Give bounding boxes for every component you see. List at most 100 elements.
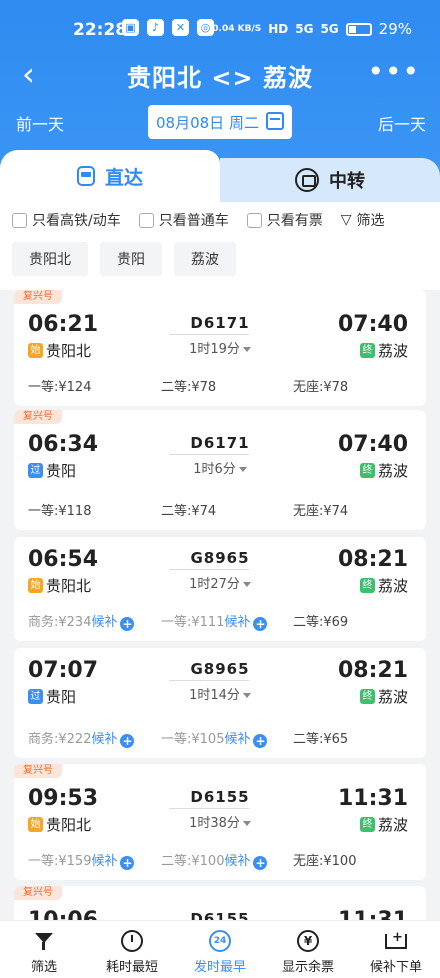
next-day-button[interactable]: 后一天 xyxy=(378,111,426,135)
arrival-time: 08:21 xyxy=(337,547,408,572)
toolbar-label: 耗时最短 xyxy=(105,960,158,975)
fuxing-badge: 复兴号 xyxy=(14,886,62,900)
filter-label: 筛选 xyxy=(356,213,385,229)
toolbar-waitlist-order[interactable]: 候补下单 xyxy=(352,921,440,978)
divider xyxy=(169,680,249,681)
filter-icon: ▽ xyxy=(340,212,352,228)
toolbar-filter[interactable]: 筛选 xyxy=(0,921,88,978)
toolbar-shortest[interactable]: 耗时最短 xyxy=(88,921,176,978)
price-no-seat: 无座:¥100 xyxy=(293,854,357,869)
chevron-down-icon xyxy=(242,582,251,587)
station-chip-guiyang[interactable]: 贵阳 xyxy=(100,242,162,276)
price-row: 商务:¥234候补 + 一等:¥111候补 + 二等:¥69 xyxy=(28,611,416,631)
toolbar-earliest[interactable]: 24 发时最早 xyxy=(176,921,264,978)
plus-icon[interactable]: + xyxy=(253,856,268,870)
waitlist-label: 候补 xyxy=(91,615,118,630)
duration-text: 1时6分 xyxy=(193,462,236,477)
station-name: 贵阳北 xyxy=(46,816,92,834)
plus-icon[interactable]: + xyxy=(120,734,135,748)
check-normal-train[interactable]: 只看普通车 xyxy=(138,210,229,230)
price-label: 二等:¥100 xyxy=(161,854,225,869)
toolbar-label: 筛选 xyxy=(30,960,57,975)
status-bar: 22:28 ▣ ♪ ✕ ◎ 0.04 KB/S HD 5G 5G 29% xyxy=(0,0,440,56)
price-business[interactable]: 商务:¥234候补 + xyxy=(28,611,135,631)
calendar-icon xyxy=(266,112,284,130)
signal-icon-1: 5G xyxy=(295,22,314,36)
status-app-icons: ▣ ♪ ✕ ◎ xyxy=(122,19,214,36)
divider xyxy=(169,454,249,455)
arrival-station: 终荔波 xyxy=(359,686,408,707)
plus-icon[interactable]: + xyxy=(253,734,268,748)
plus-icon[interactable]: + xyxy=(120,856,135,870)
station-chip-libo[interactable]: 荔波 xyxy=(174,242,236,276)
station-name: 荔波 xyxy=(377,688,408,706)
price-row: 一等:¥124 二等:¥78 无座:¥78 xyxy=(28,376,416,396)
arrival-time: 07:40 xyxy=(337,312,408,337)
date-row: 前一天 08月08日 周二 后一天 xyxy=(0,105,440,139)
waitlist-label: 候补 xyxy=(91,732,118,747)
price-second-class[interactable]: 二等:¥100候补 + xyxy=(161,850,268,870)
plus-icon[interactable]: + xyxy=(120,617,135,631)
check-high-speed[interactable]: 只看高铁/动车 xyxy=(12,210,121,230)
station-name: 荔波 xyxy=(377,462,408,480)
price-first-class[interactable]: 一等:¥159候补 + xyxy=(28,850,135,870)
filter-panel: 只看高铁/动车 只看普通车 只看有票 ▽ 筛选 贵阳北 贵阳 荔波 xyxy=(0,202,440,290)
duration-text: 1时19分 xyxy=(189,342,240,357)
chevron-down-icon xyxy=(238,467,247,472)
check-label: 只看普通车 xyxy=(158,213,229,229)
train-card[interactable]: 复兴号 06:21 D6171 1时19分 07:40 始贵阳北 终荔波 一等:… xyxy=(14,290,426,406)
train-card[interactable]: 06:54 G8965 1时27分 08:21 始贵阳北 终荔波 商务:¥234… xyxy=(14,537,426,641)
more-icon[interactable]: ••• xyxy=(367,56,420,88)
arrival-station: 终荔波 xyxy=(359,814,408,835)
price-label: 商务:¥234 xyxy=(28,615,92,630)
status-time: 22:28 xyxy=(73,20,128,40)
tab-direct[interactable]: 直达 xyxy=(0,150,220,202)
price-second-class: 二等:¥78 xyxy=(161,380,217,395)
station-name: 荔波 xyxy=(377,816,408,834)
filter-button[interactable]: ▽ 筛选 xyxy=(341,210,385,230)
departure-station: 始贵阳北 xyxy=(28,340,91,361)
train-card[interactable]: 07:07 G8965 1时14分 08:21 过贵阳 终荔波 商务:¥222候… xyxy=(14,648,426,758)
prev-day-button[interactable]: 前一天 xyxy=(16,111,64,135)
duration-text: 1时38分 xyxy=(189,816,240,831)
station-chips: 贵阳北 贵阳 荔波 xyxy=(12,242,236,276)
departure-station: 过贵阳 xyxy=(28,686,76,707)
train-card[interactable]: 复兴号 06:34 D6171 1时6分 07:40 过贵阳 终荔波 一等:¥1… xyxy=(14,410,426,530)
transfer-icon xyxy=(295,168,319,192)
toolbar-label: 发时最早 xyxy=(193,960,246,975)
date-text: 08月08日 周二 xyxy=(156,113,259,132)
toolbar-show-remaining[interactable]: ¥ 显示余票 xyxy=(264,921,352,978)
check-has-ticket[interactable]: 只看有票 xyxy=(246,210,323,230)
end-tag: 终 xyxy=(359,817,375,832)
price-label: 一等:¥159 xyxy=(28,854,92,869)
start-tag: 始 xyxy=(28,343,43,358)
duration-text: 1时27分 xyxy=(189,577,240,592)
date-picker[interactable]: 08月08日 周二 xyxy=(148,105,292,139)
station-chip-guiyangbei[interactable]: 贵阳北 xyxy=(12,242,88,276)
yen-icon: ¥ xyxy=(297,930,319,952)
plus-icon[interactable]: + xyxy=(253,617,268,631)
checkbox[interactable] xyxy=(12,212,27,228)
waitlist-label: 候补 xyxy=(224,732,251,747)
departure-station: 过贵阳 xyxy=(28,460,76,481)
station-name: 荔波 xyxy=(377,342,408,360)
tab-transfer[interactable]: 中转 xyxy=(220,158,440,202)
price-first-class: 一等:¥118 xyxy=(28,504,92,519)
chevron-down-icon xyxy=(242,347,251,352)
price-first-class[interactable]: 一等:¥111候补 + xyxy=(161,611,268,631)
price-no-seat: 无座:¥74 xyxy=(293,504,349,519)
price-row: 一等:¥118 二等:¥74 无座:¥74 xyxy=(28,500,416,520)
checkbox[interactable] xyxy=(138,212,154,228)
start-tag: 始 xyxy=(28,817,43,832)
price-label: 一等:¥105 xyxy=(161,732,225,747)
station-name: 贵阳 xyxy=(46,688,77,706)
price-first-class[interactable]: 一等:¥105候补 + xyxy=(161,728,268,748)
fuxing-badge: 复兴号 xyxy=(14,410,62,424)
price-business[interactable]: 商务:¥222候补 + xyxy=(28,728,135,748)
fuxing-badge: 复兴号 xyxy=(14,764,62,778)
checkbox[interactable] xyxy=(246,212,262,228)
train-card[interactable]: 复兴号 09:53 D6155 1时38分 11:31 始贵阳北 终荔波 一等:… xyxy=(14,764,426,880)
station-name: 荔波 xyxy=(377,577,408,595)
price-label: 商务:¥222 xyxy=(28,732,92,747)
cart-icon xyxy=(385,930,407,949)
